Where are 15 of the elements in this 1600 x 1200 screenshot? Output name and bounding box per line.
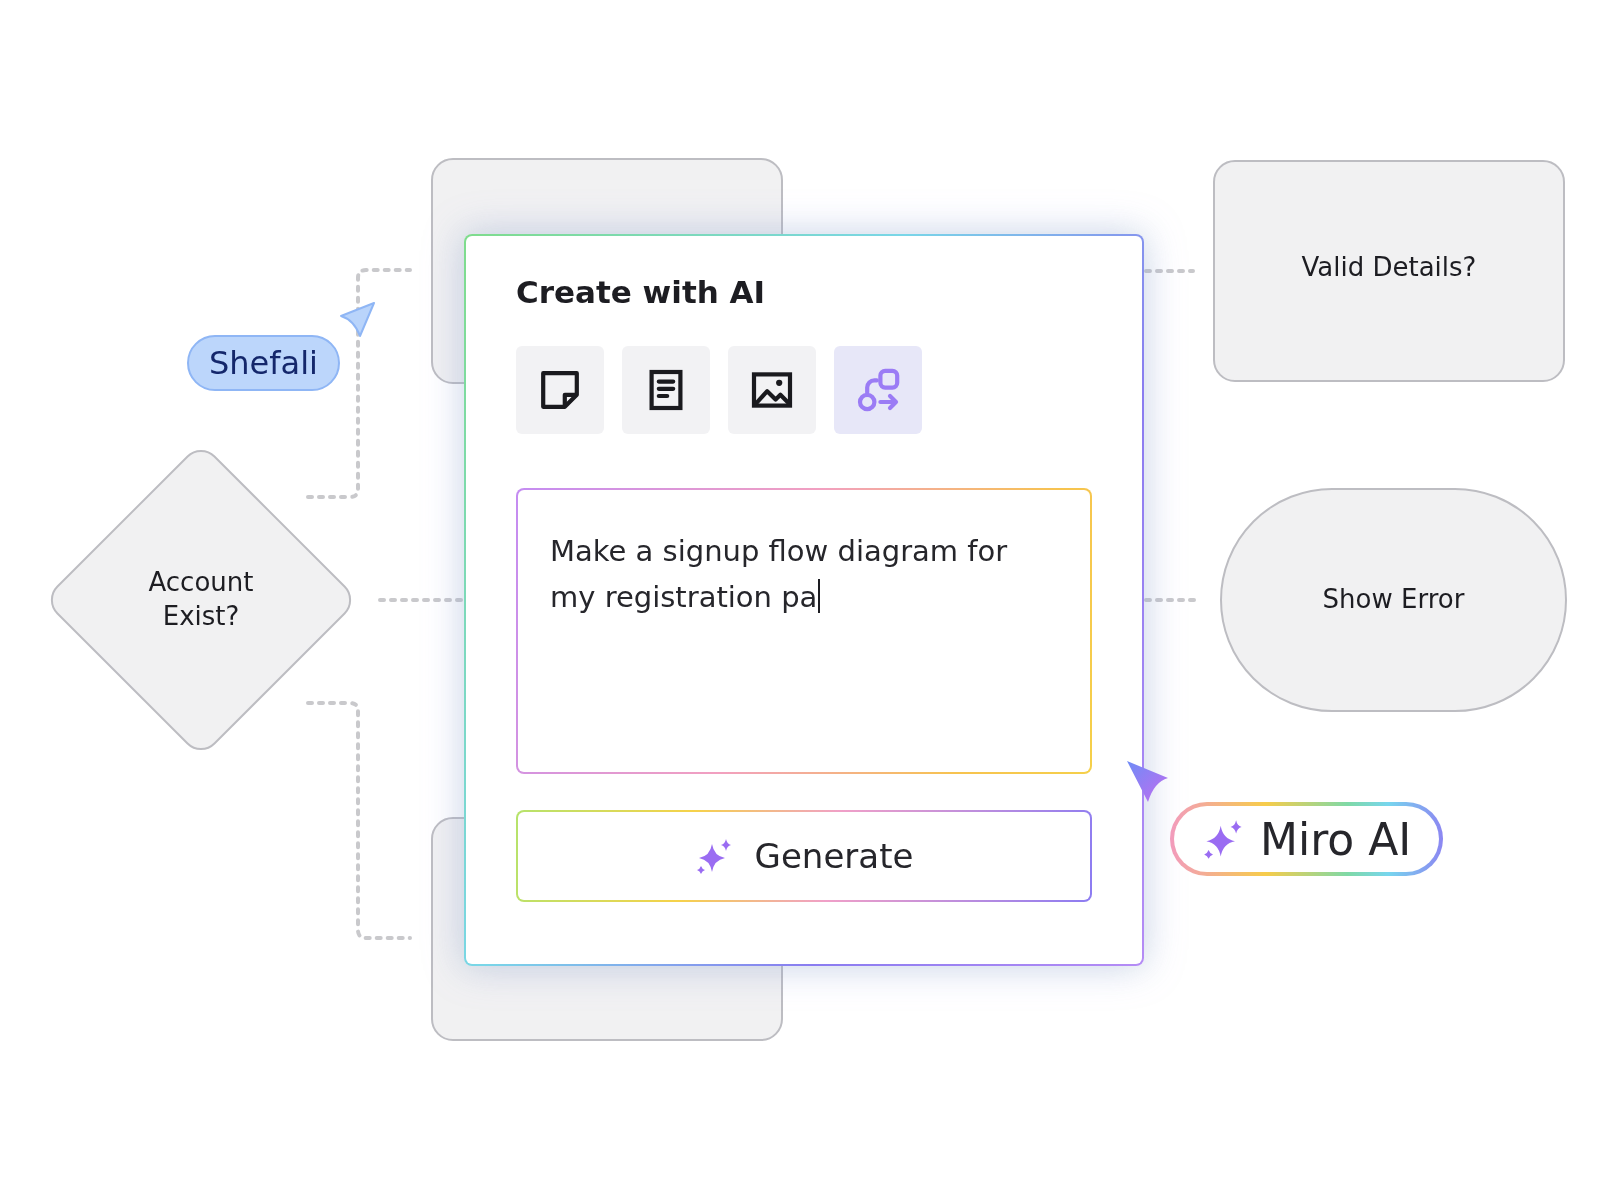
- cursor-arrow-icon: [338, 300, 376, 340]
- dialog-title: Create with AI: [516, 274, 767, 310]
- tool-button[interactable]: [728, 346, 816, 434]
- cursor-arrow-icon: [1124, 758, 1170, 804]
- node-label: Account Exist?: [148, 566, 254, 633]
- tool-button[interactable]: [516, 346, 604, 434]
- node-label: Valid Details?: [1301, 251, 1477, 285]
- ai-name: Miro AI: [1260, 813, 1412, 865]
- prompt-field[interactable]: Make a signup flow diagram for my registration pa: [516, 488, 1092, 774]
- user-name-tag: Shefali: [187, 335, 340, 391]
- generate-button[interactable]: Generate: [516, 810, 1092, 902]
- prompt-text: Make a signup flow diagram for my registration pa: [550, 533, 1009, 616]
- connector-line: [1144, 269, 1195, 273]
- node-label: Show Error: [1322, 583, 1465, 617]
- tool-button[interactable]: [622, 346, 710, 434]
